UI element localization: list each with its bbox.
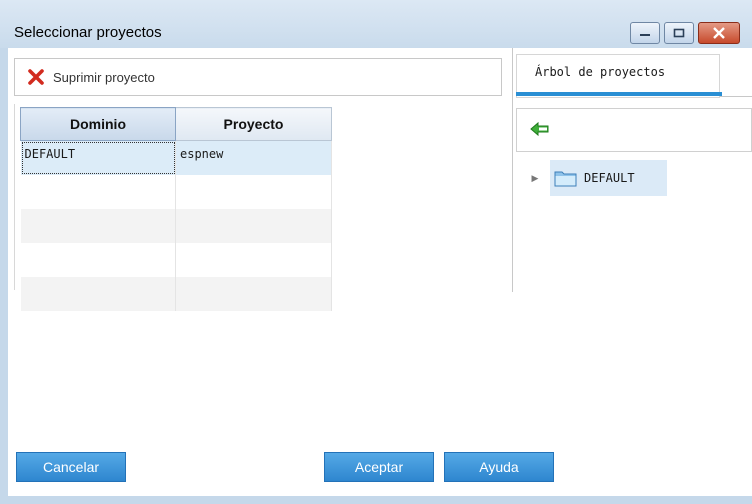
table-row[interactable]	[20, 208, 332, 243]
close-icon	[713, 27, 725, 39]
cell-domain[interactable]: DEFAULT	[20, 140, 176, 175]
green-arrow-left-icon	[530, 121, 549, 136]
table-row[interactable]: DEFAULT espnew	[20, 140, 332, 175]
tree-item-default[interactable]: ▶ DEFAULT	[524, 160, 752, 196]
dialog-window: Seleccionar proyectos Suprimir proyecto	[0, 0, 752, 504]
title-bar: Seleccionar proyectos	[0, 0, 752, 48]
cell-domain[interactable]	[20, 208, 176, 243]
projects-table: Dominio Proyecto DEFAULT espnew	[20, 107, 332, 311]
cell-project[interactable]: espnew	[175, 140, 332, 175]
cell-domain[interactable]	[20, 276, 176, 311]
panel-divider	[512, 48, 513, 292]
minimize-icon	[640, 34, 650, 36]
tree-node-label: DEFAULT	[584, 171, 635, 185]
cell-project[interactable]	[175, 242, 332, 277]
delete-project-button[interactable]: Suprimir proyecto	[14, 58, 502, 96]
red-x-icon	[28, 69, 44, 85]
close-button[interactable]	[698, 22, 740, 44]
table-row[interactable]	[20, 276, 332, 311]
tab-strip-line	[720, 96, 752, 97]
project-tree: ▶ DEFAULT	[524, 160, 752, 196]
column-header-domain[interactable]: Dominio	[20, 107, 176, 141]
table-row[interactable]	[20, 174, 332, 209]
dialog-body: Suprimir proyecto Dominio Proyecto DEFAU…	[8, 48, 752, 496]
cell-domain[interactable]	[20, 174, 176, 209]
help-button[interactable]: Ayuda	[444, 452, 554, 482]
table-row[interactable]	[20, 242, 332, 277]
projects-grid-area: Dominio Proyecto DEFAULT espnew	[14, 104, 510, 311]
window-title: Seleccionar proyectos	[14, 24, 162, 41]
folder-icon	[554, 171, 577, 187]
cancel-button[interactable]: Cancelar	[16, 452, 126, 482]
tab-active-indicator	[516, 92, 722, 96]
cell-project[interactable]	[175, 276, 332, 311]
maximize-button[interactable]	[664, 22, 694, 44]
column-header-project[interactable]: Proyecto	[175, 107, 332, 141]
cell-domain[interactable]	[20, 242, 176, 277]
tree-toolbar	[516, 108, 752, 152]
tree-node[interactable]: DEFAULT	[550, 160, 667, 196]
window-controls	[630, 22, 740, 44]
cell-project[interactable]	[175, 208, 332, 243]
back-button[interactable]	[529, 121, 551, 140]
delete-project-label: Suprimir proyecto	[53, 69, 155, 85]
accept-button[interactable]: Aceptar	[324, 452, 434, 482]
expand-arrow-icon[interactable]: ▶	[524, 173, 546, 184]
cell-project[interactable]	[175, 174, 332, 209]
minimize-button[interactable]	[630, 22, 660, 44]
maximize-icon	[673, 28, 685, 38]
